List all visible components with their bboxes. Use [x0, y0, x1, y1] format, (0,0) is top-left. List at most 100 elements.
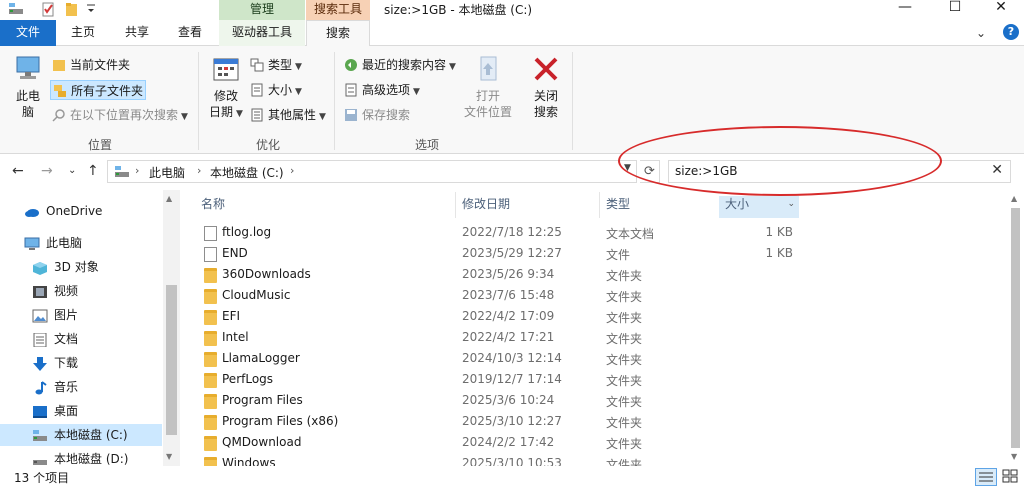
- date-modified-label-2: 日期 ▼: [209, 105, 243, 119]
- item-count: 13 个项目: [14, 471, 70, 485]
- minimize-button[interactable]: —: [882, 0, 928, 18]
- scroll-up-icon[interactable]: ▲: [166, 194, 172, 203]
- ribbon-separator: [572, 52, 573, 150]
- file-date: 2023/5/29 12:27: [462, 246, 562, 260]
- file-type: 文件夹: [606, 269, 643, 283]
- customize-quick-access-icon[interactable]: [86, 2, 96, 16]
- help-icon[interactable]: ?: [1003, 24, 1019, 40]
- ribbon-collapse-button[interactable]: ⌄: [976, 26, 986, 40]
- nav-scrollbar-thumb[interactable]: [166, 285, 177, 435]
- column-divider[interactable]: [599, 192, 600, 218]
- current-folder-button[interactable]: 当前文件夹: [50, 55, 130, 75]
- column-header-name[interactable]: 名称: [201, 196, 225, 218]
- nav-scrollbar[interactable]: ▲ ▼: [163, 190, 180, 466]
- refine-group-label: 优化: [256, 138, 281, 152]
- search-again-label: 在以下位置再次搜索: [70, 108, 179, 122]
- nav-item-label: 本地磁盘 (D:): [54, 452, 129, 466]
- forward-button[interactable]: →: [41, 163, 53, 179]
- content-scrollbar[interactable]: ▲ ▼: [1007, 190, 1024, 466]
- nav-item-documents[interactable]: 文档: [0, 328, 162, 350]
- file-size: 1 KB: [765, 246, 793, 260]
- kind-button[interactable]: 类型 ▼: [248, 55, 302, 75]
- table-row[interactable]: Windows 2025/3/10 10:53 文件夹: [183, 454, 1003, 466]
- recent-searches-button[interactable]: 最近的搜索内容 ▼: [342, 55, 456, 75]
- table-row[interactable]: ftlog.log 2022/7/18 12:25 文本文档 1 KB: [183, 223, 1003, 244]
- maximize-button[interactable]: ☐: [932, 0, 978, 18]
- open-file-location-button[interactable]: 打开 文件位置: [460, 54, 516, 120]
- folder-icon: [204, 415, 217, 430]
- file-name: Intel: [222, 330, 249, 344]
- new-folder-icon[interactable]: [64, 1, 80, 17]
- nav-item-pictures[interactable]: 图片: [0, 304, 162, 326]
- file-type: 文件夹: [606, 332, 643, 346]
- chevron-down-icon[interactable]: ⌄: [787, 196, 795, 212]
- table-row[interactable]: QMDownload 2024/2/2 17:42 文件夹: [183, 433, 1003, 454]
- details-view-icon[interactable]: [975, 468, 997, 486]
- nav-item-3d-objects[interactable]: 3D 对象: [0, 256, 162, 278]
- file-date: 2023/7/6 15:48: [462, 288, 555, 302]
- breadcrumb-separator: ›: [290, 164, 295, 177]
- drive-icon: [32, 452, 48, 466]
- advanced-options-button[interactable]: 高级选项 ▼: [342, 80, 420, 100]
- search-again-button[interactable]: 在以下位置再次搜索 ▼: [50, 105, 188, 125]
- table-row[interactable]: PerfLogs 2019/12/7 17:14 文件夹: [183, 370, 1003, 391]
- scroll-down-icon[interactable]: ▼: [166, 452, 172, 461]
- address-bar[interactable]: › 此电脑 › 本地磁盘 (C:) ›: [107, 160, 637, 183]
- close-search-button[interactable]: 关闭 搜索: [528, 54, 564, 120]
- nav-item-this-pc[interactable]: 此电脑: [0, 232, 162, 254]
- table-row[interactable]: Program Files (x86) 2025/3/10 12:27 文件夹: [183, 412, 1003, 433]
- tab-file[interactable]: 文件: [0, 20, 56, 46]
- column-divider[interactable]: [455, 192, 456, 218]
- save-search-button[interactable]: 保存搜索: [342, 105, 410, 125]
- recent-locations-button[interactable]: ⌄: [68, 165, 76, 176]
- tab-view[interactable]: 查看: [165, 20, 215, 46]
- table-row[interactable]: LlamaLogger 2024/10/3 12:14 文件夹: [183, 349, 1003, 370]
- tab-share[interactable]: 共享: [110, 20, 164, 46]
- content-scrollbar-thumb[interactable]: [1011, 208, 1020, 448]
- recent-searches-label: 最近的搜索内容: [362, 58, 447, 72]
- column-header-date[interactable]: 修改日期: [462, 196, 510, 218]
- close-search-icon: [531, 54, 561, 84]
- tab-search[interactable]: 搜索: [306, 20, 370, 47]
- computer-icon: [24, 236, 40, 250]
- nav-item-desktop[interactable]: 桌面: [0, 400, 162, 422]
- table-row[interactable]: END 2023/5/29 12:27 文件 1 KB: [183, 244, 1003, 265]
- column-header-type[interactable]: 类型: [606, 196, 630, 218]
- size-icon: [250, 83, 264, 97]
- back-button[interactable]: ←: [12, 163, 24, 179]
- date-modified-button[interactable]: 修改 日期 ▼: [206, 54, 246, 122]
- size-button[interactable]: 大小 ▼: [248, 80, 302, 100]
- tab-drive-tools[interactable]: 驱动器工具: [219, 20, 305, 46]
- nav-item-music[interactable]: 音乐: [0, 376, 162, 398]
- large-icons-view-icon[interactable]: [1000, 468, 1020, 486]
- breadcrumb-local-disk-c[interactable]: 本地磁盘 (C:): [210, 164, 284, 181]
- nav-item-label: 音乐: [54, 380, 79, 394]
- table-row[interactable]: CloudMusic 2023/7/6 15:48 文件夹: [183, 286, 1003, 307]
- nav-item-local-disk-c[interactable]: 本地磁盘 (C:): [0, 424, 162, 446]
- other-properties-button[interactable]: 其他属性 ▼: [248, 105, 326, 125]
- properties-icon[interactable]: [40, 1, 56, 17]
- breadcrumb-this-pc[interactable]: 此电脑: [149, 164, 185, 181]
- up-button[interactable]: ↑: [87, 163, 99, 179]
- all-subfolders-button[interactable]: 所有子文件夹: [50, 80, 146, 100]
- close-search-label-2: 搜索: [533, 105, 558, 119]
- nav-item-downloads[interactable]: 下载: [0, 352, 162, 374]
- this-pc-button[interactable]: 此电 脑: [10, 54, 46, 120]
- nav-item-videos[interactable]: 视频: [0, 280, 162, 302]
- search-icon: [52, 108, 66, 122]
- clear-search-icon[interactable]: ✕: [991, 162, 1003, 178]
- file-type: 文件夹: [606, 416, 643, 430]
- close-window-button[interactable]: ✕: [978, 0, 1024, 18]
- table-row[interactable]: Program Files 2025/3/6 10:24 文件夹: [183, 391, 1003, 412]
- table-row[interactable]: 360Downloads 2023/5/26 9:34 文件夹: [183, 265, 1003, 286]
- column-header-size[interactable]: 大小 ⌄: [719, 196, 799, 218]
- table-row[interactable]: Intel 2022/4/2 17:21 文件夹: [183, 328, 1003, 349]
- table-row[interactable]: EFI 2022/4/2 17:09 文件夹: [183, 307, 1003, 328]
- cube-icon: [32, 260, 48, 275]
- file-name: QMDownload: [222, 435, 302, 449]
- scroll-down-icon[interactable]: ▼: [1011, 452, 1017, 461]
- scroll-up-icon[interactable]: ▲: [1011, 194, 1017, 203]
- file-type: 文件夹: [606, 353, 643, 367]
- tab-home[interactable]: 主页: [58, 20, 108, 46]
- nav-item-onedrive[interactable]: OneDrive: [0, 200, 162, 222]
